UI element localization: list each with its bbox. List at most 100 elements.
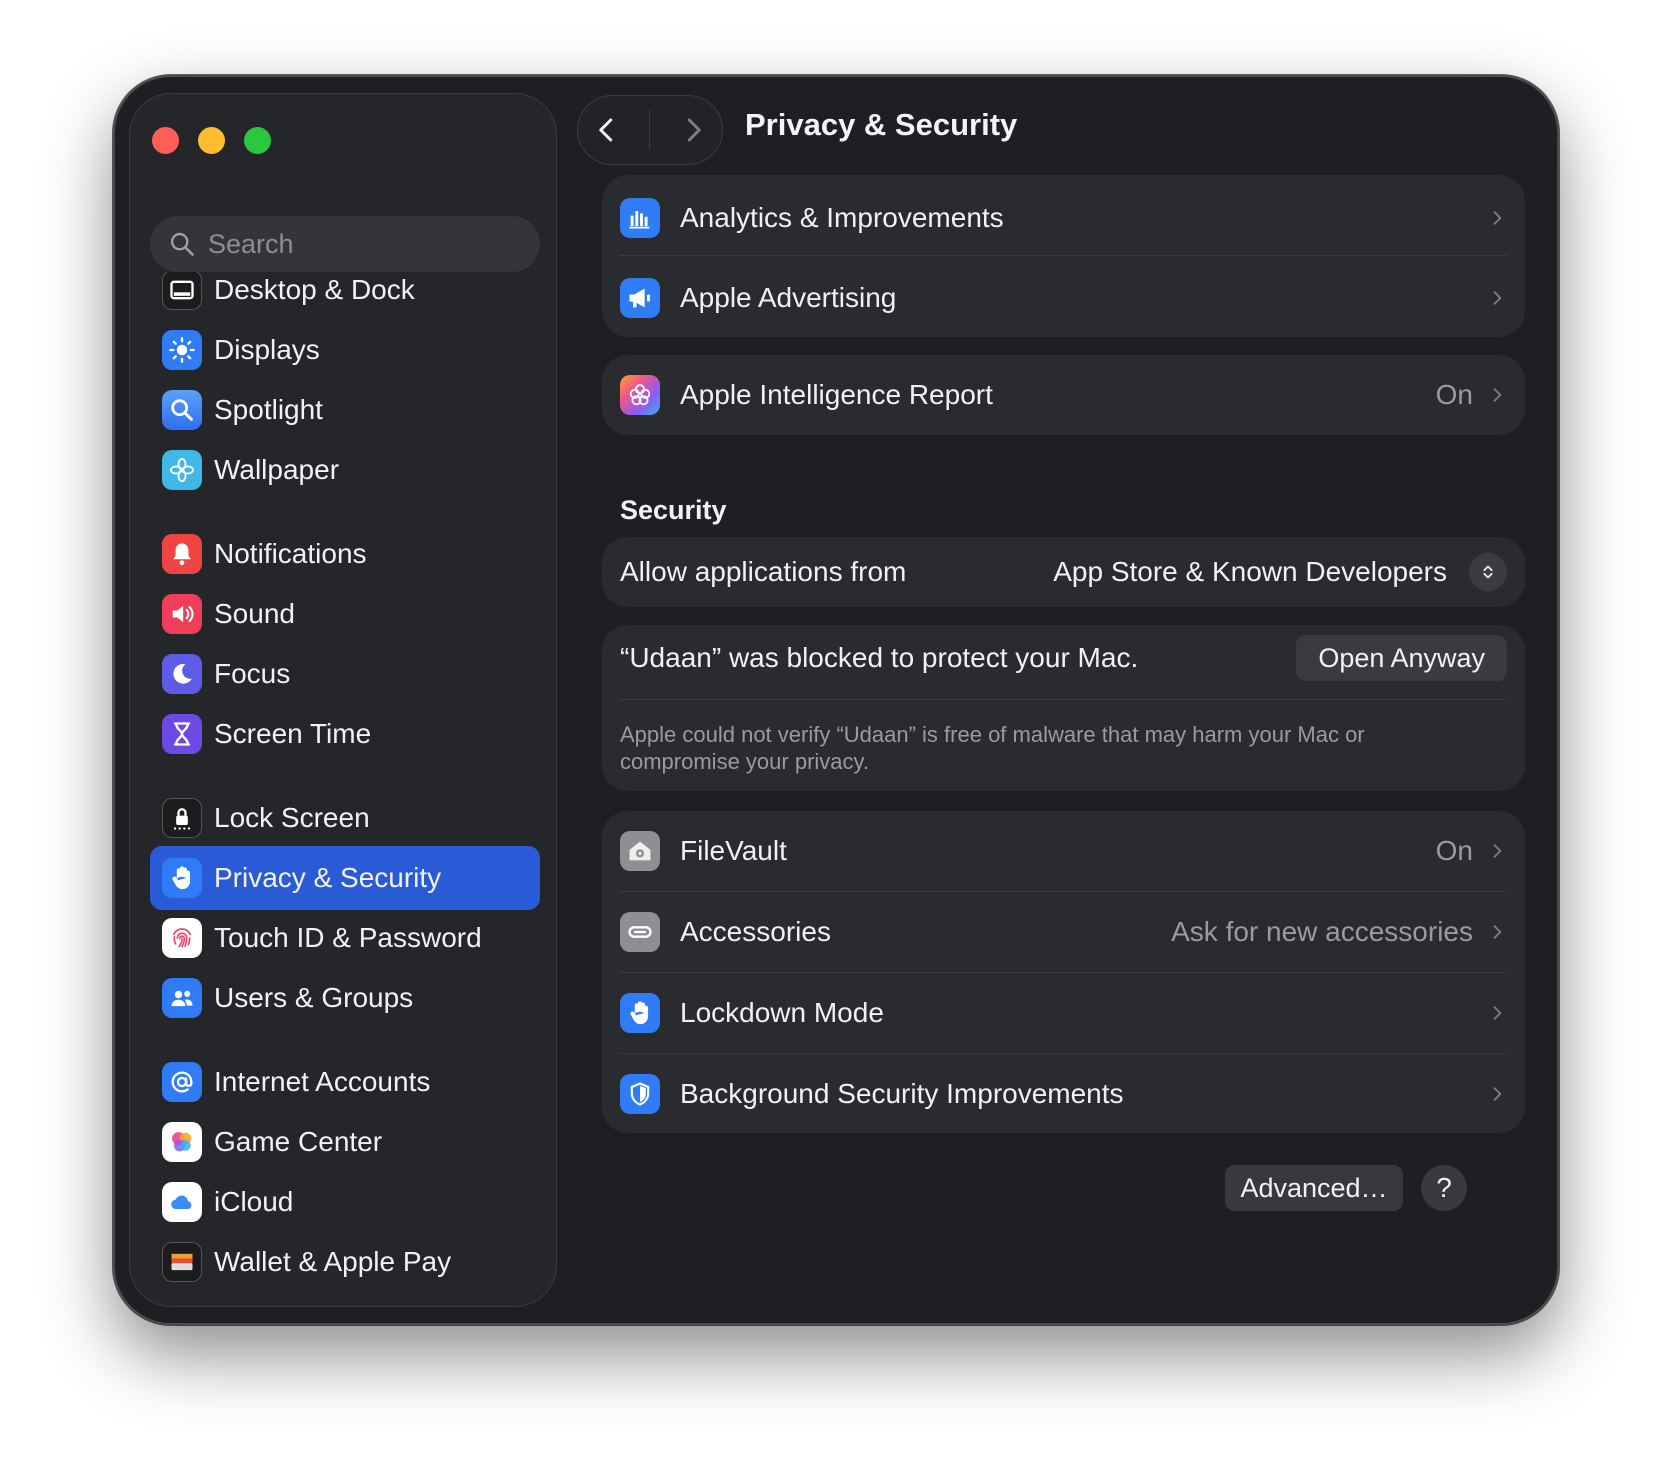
sidebar-item-label: Game Center <box>214 1126 383 1157</box>
desktop-dock-icon <box>162 272 202 310</box>
sidebar-item-icloud[interactable]: iCloud <box>150 1170 540 1234</box>
row-value: On <box>1435 835 1473 866</box>
chevron-right-icon <box>1487 385 1507 405</box>
privacy-hand-icon <box>162 858 202 898</box>
sidebar-item-screen-time[interactable]: Screen Time <box>150 702 540 766</box>
sidebar-item-label: Screen Time <box>214 718 372 749</box>
blocked-description: Apple could not verify “Udaan” is free o… <box>620 722 1365 774</box>
apple-intelligence-icon <box>620 375 660 415</box>
row-label: Lockdown Mode <box>680 997 884 1028</box>
privacy-card: Analytics & Improvements Apple Advertisi… <box>602 175 1525 337</box>
sidebar-item-label: Notifications <box>214 538 367 569</box>
intelligence-card: Apple Intelligence Report On <box>602 355 1525 435</box>
hourglass-icon <box>162 714 202 754</box>
navigation-buttons <box>577 95 723 165</box>
sidebar-item-label: iCloud <box>214 1186 294 1217</box>
game-center-icon <box>162 1122 202 1162</box>
sidebar-item-notifications[interactable]: Notifications <box>150 522 540 586</box>
sidebar-item-focus[interactable]: Focus <box>150 642 540 706</box>
lockdown-mode-row[interactable]: Lockdown Mode <box>602 970 1525 1056</box>
sidebar: Desktop & Dock Displays Spotlight Wallpa… <box>129 93 557 1307</box>
advanced-button[interactable]: Advanced… <box>1225 1165 1403 1211</box>
allow-apps-card: Allow applications from App Store & Know… <box>602 537 1525 607</box>
blocked-app-card: “Udaan” was blocked to protect your Mac.… <box>602 625 1525 791</box>
sidebar-item-label: Lock Screen <box>214 802 370 833</box>
chevron-right-icon <box>1487 288 1507 308</box>
background-security-row[interactable]: Background Security Improvements <box>602 1051 1525 1137</box>
chevron-right-icon <box>1487 1084 1507 1104</box>
window-controls <box>152 127 271 154</box>
row-separator <box>620 699 1507 700</box>
sidebar-item-touch-id[interactable]: Touch ID & Password <box>150 906 540 970</box>
popup-stepper-icon[interactable] <box>1469 553 1507 591</box>
search-icon <box>170 232 194 256</box>
sidebar-item-internet-accounts[interactable]: Internet Accounts <box>150 1050 540 1114</box>
sidebar-item-label: Wallpaper <box>214 454 340 485</box>
notifications-icon <box>162 534 202 574</box>
sidebar-item-label: Users & Groups <box>214 982 414 1013</box>
forward-chevron-icon[interactable] <box>678 115 708 145</box>
sidebar-item-sound[interactable]: Sound <box>150 582 540 646</box>
spotlight-icon <box>162 390 202 430</box>
sound-icon <box>162 594 202 634</box>
users-groups-icon <box>162 978 202 1018</box>
help-button[interactable]: ? <box>1421 1165 1467 1211</box>
analytics-icon <box>620 198 660 238</box>
sidebar-item-desktop-dock[interactable]: Desktop & Dock <box>150 272 540 322</box>
displays-icon <box>162 330 202 370</box>
sidebar-item-users-groups[interactable]: Users & Groups <box>150 966 540 1030</box>
row-value: On <box>1435 379 1473 410</box>
wallet-icon <box>162 1242 202 1282</box>
at-sign-icon <box>162 1062 202 1102</box>
shield-icon <box>620 1074 660 1114</box>
sidebar-item-wallpaper[interactable]: Wallpaper <box>150 438 540 502</box>
blocked-app-row: “Udaan” was blocked to protect your Mac.… <box>602 615 1525 701</box>
sidebar-item-label: Internet Accounts <box>214 1066 431 1097</box>
sidebar-item-privacy-security[interactable]: Privacy & Security <box>150 846 540 910</box>
close-window-button[interactable] <box>152 127 179 154</box>
sidebar-item-spotlight[interactable]: Spotlight <box>150 378 540 442</box>
row-label: Allow applications from <box>620 556 907 587</box>
wallpaper-icon <box>162 450 202 490</box>
lockdown-hand-icon <box>620 993 660 1033</box>
sidebar-item-lock-screen[interactable]: Lock Screen <box>150 786 540 850</box>
sidebar-item-label: Touch ID & Password <box>214 922 482 953</box>
sidebar-item-label: Sound <box>214 598 295 629</box>
sidebar-list: Desktop & Dock Displays Spotlight Wallpa… <box>130 272 556 1282</box>
open-anyway-button[interactable]: Open Anyway <box>1296 635 1507 681</box>
accessories-icon <box>620 912 660 952</box>
settings-window: Desktop & Dock Displays Spotlight Wallpa… <box>113 75 1559 1325</box>
analytics-row[interactable]: Analytics & Improvements <box>602 175 1525 261</box>
focus-moon-icon <box>162 654 202 694</box>
section-header-security: Security <box>620 495 727 525</box>
page-title: Privacy & Security <box>745 107 1018 142</box>
chevron-right-icon <box>1487 922 1507 942</box>
chevron-right-icon <box>1487 1003 1507 1023</box>
sidebar-item-label: Wallet & Apple Pay <box>214 1246 452 1277</box>
allow-apps-row: Allow applications from App Store & Know… <box>602 529 1525 615</box>
search-field[interactable] <box>150 216 540 272</box>
accessories-row[interactable]: Accessories Ask for new accessories <box>602 889 1525 975</box>
sidebar-item-game-center[interactable]: Game Center <box>150 1110 540 1174</box>
sidebar-item-label: Focus <box>214 658 291 689</box>
chevron-right-icon <box>1487 841 1507 861</box>
row-label: Apple Advertising <box>680 282 897 313</box>
zoom-window-button[interactable] <box>244 127 271 154</box>
row-label: Accessories <box>680 916 831 947</box>
advertising-megaphone-icon <box>620 278 660 318</box>
advertising-row[interactable]: Apple Advertising <box>602 255 1525 341</box>
sidebar-item-displays[interactable]: Displays <box>150 318 540 382</box>
chevron-right-icon <box>1487 208 1507 228</box>
filevault-row[interactable]: FileVault On <box>602 808 1525 894</box>
minimize-window-button[interactable] <box>198 127 225 154</box>
allow-apps-popup[interactable]: App Store & Known Developers <box>1053 556 1447 588</box>
row-label: Background Security Improvements <box>680 1078 1124 1109</box>
sidebar-item-label: Displays <box>214 334 320 365</box>
icloud-icon <box>162 1182 202 1222</box>
fingerprint-icon <box>162 918 202 958</box>
sidebar-item-wallet[interactable]: Wallet & Apple Pay <box>150 1230 540 1282</box>
back-chevron-icon[interactable] <box>592 115 622 145</box>
search-input[interactable] <box>208 228 528 260</box>
intelligence-report-row[interactable]: Apple Intelligence Report On <box>602 352 1525 438</box>
row-value: Ask for new accessories <box>1171 916 1473 947</box>
